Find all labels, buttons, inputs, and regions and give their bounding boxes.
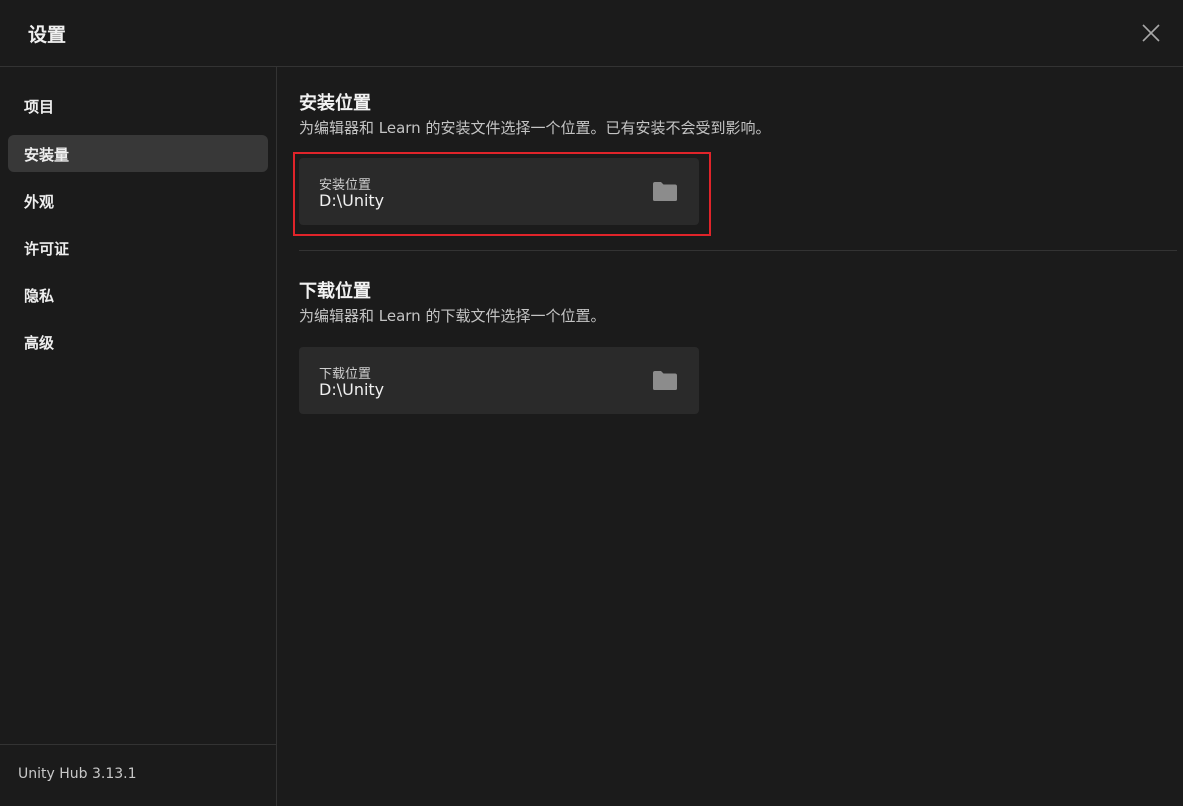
folder-icon[interactable] [652,181,678,202]
download-location-title: 下载位置 [299,281,371,302]
sidebar-item-advanced[interactable]: 高级 [8,323,268,360]
sidebar-item-label: 高级 [24,334,55,352]
install-location-description: 为编辑器和 Learn 的安装文件选择一个位置。已有安装不会受到影响。 [299,119,771,137]
settings-window: 设置 项目 安装量 外观 许可证 隐私 高级 Unity Hub 3.13.1 [0,0,1183,806]
page-title: 设置 [28,24,67,46]
sidebar-item-privacy[interactable]: 隐私 [8,276,268,313]
sidebar-item-projects[interactable]: 项目 [8,87,268,124]
sidebar-item-label: 许可证 [24,240,70,258]
close-icon [1142,24,1160,42]
sidebar-item-appearance[interactable]: 外观 [8,182,268,219]
download-location-description: 为编辑器和 Learn 的下载文件选择一个位置。 [299,307,606,325]
sidebar-item-label: 安装量 [24,146,70,164]
settings-header: 设置 [0,0,1183,67]
folder-icon[interactable] [652,370,678,391]
download-location-picker[interactable]: 下载位置 D:\Unity [299,347,699,414]
sidebar-item-label: 项目 [24,98,55,116]
close-button[interactable] [1139,21,1163,45]
version-label: Unity Hub 3.13.1 [18,766,137,782]
sidebar-footer: Unity Hub 3.13.1 [0,744,276,806]
sidebar-item-label: 外观 [24,193,55,211]
install-location-title: 安装位置 [299,93,371,114]
install-location-picker[interactable]: 安装位置 D:\Unity [299,158,699,225]
sidebar-item-label: 隐私 [24,287,55,305]
sidebar-item-licenses[interactable]: 许可证 [8,229,268,266]
section-divider [299,250,1177,251]
download-location-path: D:\Unity [319,380,385,399]
install-location-path: D:\Unity [319,191,385,210]
sidebar: 项目 安装量 外观 许可证 隐私 高级 Unity Hub 3.13.1 [0,67,277,806]
main-content: 安装位置 为编辑器和 Learn 的安装文件选择一个位置。已有安装不会受到影响。… [278,67,1183,806]
sidebar-item-installs[interactable]: 安装量 [8,135,268,172]
